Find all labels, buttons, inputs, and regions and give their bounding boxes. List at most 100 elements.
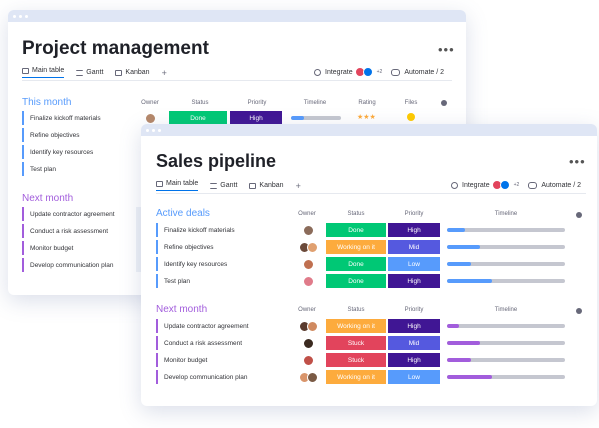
kanban-icon [249,182,257,189]
timeline-bar[interactable] [291,116,341,120]
task-row[interactable]: Identify key resources [22,145,132,159]
task-row[interactable]: Refine objectives [156,240,284,254]
column-header-priority: Priority [247,100,267,106]
status-cell[interactable]: Stuck [326,353,386,367]
timeline-bar[interactable] [447,324,565,328]
task-row[interactable]: Refine objectives [22,128,132,142]
timeline-fill [447,341,481,345]
add-column-button[interactable] [576,308,582,314]
owner-cell[interactable] [291,321,325,332]
table-icon [22,67,29,74]
automate-icon [391,68,401,76]
priority-cell[interactable]: Mid [388,336,440,350]
task-row[interactable]: Monitor budget [22,241,132,255]
owner-cell[interactable] [291,242,325,253]
column-header-owner: Owner [141,100,159,106]
task-row[interactable]: Update contractor agreement [22,207,132,221]
tab-kanban[interactable]: Kanban [115,69,150,76]
status-cell[interactable]: Working on it [326,319,386,333]
integration-logo [362,67,373,77]
group-title[interactable]: Next month [156,304,207,315]
task-row[interactable]: Finalize kickoff materials [156,223,284,237]
timeline-bar[interactable] [447,228,565,232]
task-row[interactable]: Identify key resources [156,257,284,271]
add-view-button[interactable]: + [162,68,167,78]
priority-cell[interactable]: High [388,223,440,237]
status-cell[interactable]: Working on it [326,240,386,254]
column-header-status: Status [191,100,209,106]
rating-stars[interactable]: ★★★ [357,113,376,121]
timeline-bar[interactable] [447,341,565,345]
priority-cell[interactable]: Low [388,370,440,384]
priority-cell[interactable]: Low [388,257,440,271]
board-menu-button[interactable]: ••• [569,154,586,169]
column-header-priority: Priority [404,211,424,217]
priority-cell[interactable]: High [230,111,282,125]
divider [22,80,452,81]
task-row[interactable]: Conduct a risk assessment [156,336,284,350]
column-header-owner: Owner [298,211,316,217]
tab-gantt[interactable]: Gantt [210,182,237,189]
tab-main-table[interactable]: Main table [22,67,65,78]
automate-icon [528,181,538,189]
timeline-bar[interactable] [447,262,565,266]
priority-cell[interactable]: High [388,274,440,288]
task-row[interactable]: Develop communication plan [156,370,284,384]
file-icon[interactable] [407,113,415,121]
timeline-bar[interactable] [447,279,565,283]
integration-logos [354,67,373,77]
task-row[interactable]: Update contractor agreement [156,319,284,333]
avatar [302,259,314,270]
status-cell[interactable]: Done [326,257,386,271]
tab-main-table[interactable]: Main table [156,180,199,191]
integrate-icon [314,68,321,76]
priority-cell[interactable]: Mid [388,240,440,254]
integrate-button[interactable]: Integrate [325,69,353,76]
timeline-bar[interactable] [447,358,565,362]
tab-gantt[interactable]: Gantt [76,69,103,76]
add-column-button[interactable] [576,212,582,218]
automate-button[interactable]: Automate / 2 [541,182,581,189]
task-row[interactable]: Monitor budget [156,353,284,367]
timeline-fill [447,375,492,379]
group-title[interactable]: Next month [22,193,73,204]
timeline-fill [447,262,471,266]
group-title[interactable]: Active deals [156,208,210,219]
task-row[interactable]: Conduct a risk assessment [22,224,132,238]
avatar [306,321,318,332]
automate-button[interactable]: Automate / 2 [404,69,444,76]
integration-count: +2 [513,182,520,188]
sales-pipeline-window: Sales pipeline ••• Main table Gantt Kanb… [141,124,597,406]
status-cell[interactable]: Done [169,111,227,125]
task-row[interactable]: Develop communication plan [22,258,132,272]
owner-cell[interactable] [291,225,325,236]
add-column-button[interactable] [441,100,447,106]
group-title[interactable]: This month [22,97,71,108]
tab-kanban[interactable]: Kanban [249,182,284,189]
status-cell[interactable]: Done [326,223,386,237]
timeline-fill [447,324,459,328]
integrate-button[interactable]: Integrate [462,182,490,189]
timeline-fill [447,228,465,232]
column-header-files: Files [404,100,418,106]
board-menu-button[interactable]: ••• [438,42,455,57]
owner-cell[interactable] [291,259,325,270]
timeline-bar[interactable] [447,375,565,379]
timeline-bar[interactable] [447,245,565,249]
timeline-fill [447,245,481,249]
task-row[interactable]: Finalize kickoff materials [22,111,132,125]
divider [156,193,586,194]
priority-cell[interactable]: High [388,319,440,333]
status-cell[interactable]: Done [326,274,386,288]
task-row[interactable]: Test plan [22,162,132,176]
owner-cell[interactable] [291,338,325,349]
task-row[interactable]: Test plan [156,274,284,288]
owner-cell[interactable] [291,372,325,383]
owner-cell[interactable] [291,276,325,287]
status-cell[interactable]: Stuck [326,336,386,350]
priority-cell[interactable]: High [388,353,440,367]
status-cell[interactable]: Working on it [326,370,386,384]
owner-cell[interactable] [140,113,160,124]
add-view-button[interactable]: + [296,181,301,191]
owner-cell[interactable] [291,355,325,366]
